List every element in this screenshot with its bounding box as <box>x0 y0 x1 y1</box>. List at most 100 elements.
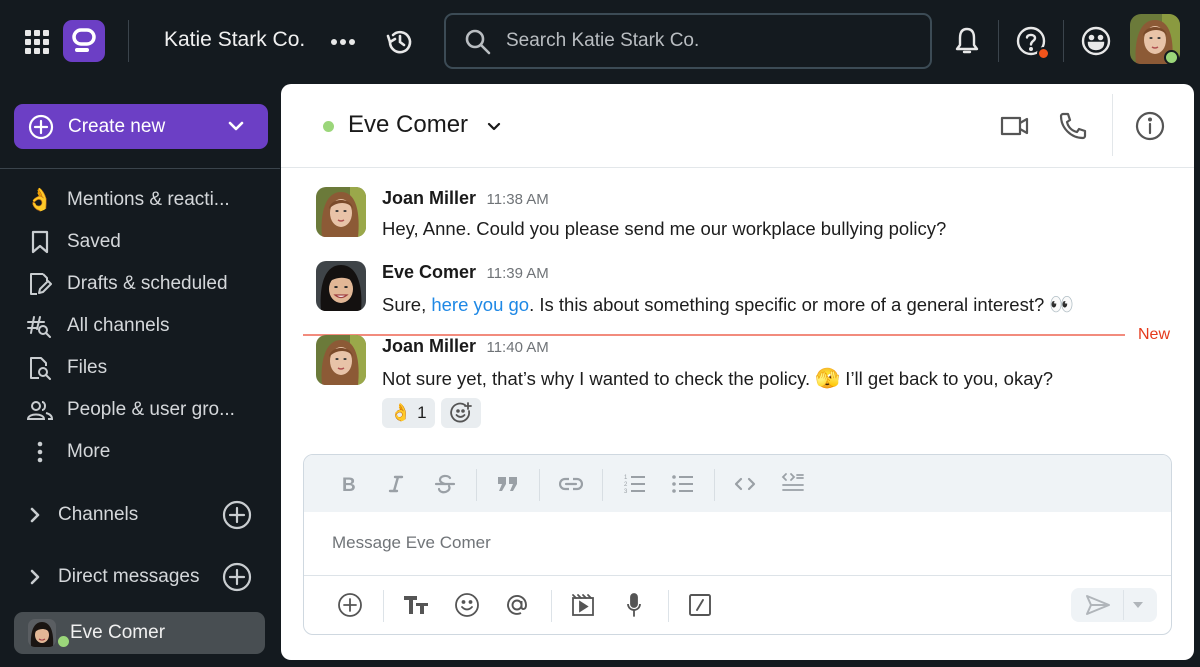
channel-title[interactable]: Eve Comer <box>348 111 468 139</box>
channel-header: Eve Comer <box>281 84 1194 168</box>
sidebar-item-people[interactable]: People & user gro... <box>0 389 280 431</box>
code-icon[interactable] <box>730 469 760 499</box>
sidebar-item-drafts[interactable]: Drafts & scheduled <box>0 263 280 305</box>
divider <box>714 469 715 501</box>
message-input[interactable] <box>332 525 1132 561</box>
sidebar-item-label: Files <box>67 357 108 378</box>
conversation-panel: Eve Comer Joan Miller 11:38 AM Hey, Anne… <box>281 84 1194 660</box>
search-icon <box>464 28 492 56</box>
text-format-icon[interactable] <box>400 589 432 621</box>
attach-plus-icon[interactable] <box>334 589 366 621</box>
sidebar-item-saved[interactable]: Saved <box>0 221 280 263</box>
divider <box>1123 590 1124 620</box>
message-composer: B 123 <box>303 454 1172 635</box>
sidebar-item-mentions[interactable]: 👌 Mentions & reacti... <box>0 179 280 221</box>
link-icon[interactable] <box>556 469 586 499</box>
sidebar-item-label: More <box>67 441 111 462</box>
sidebar-section-direct-messages[interactable]: Direct messages <box>0 556 280 598</box>
chevron-right-icon <box>28 568 42 586</box>
strikethrough-icon[interactable] <box>430 469 460 499</box>
bold-icon[interactable]: B <box>334 469 364 499</box>
message-author[interactable]: Joan Miller <box>382 336 476 356</box>
emoji-icon[interactable] <box>451 589 483 621</box>
message-text: Sure, here you go. Is this about somethi… <box>382 292 1074 317</box>
send-button-group <box>1071 588 1157 622</box>
info-icon[interactable] <box>1134 110 1166 142</box>
create-new-button[interactable]: Create new <box>14 104 268 149</box>
sidebar-item-all-channels[interactable]: All channels <box>0 305 280 347</box>
ordered-list-icon[interactable]: 123 <box>620 469 650 499</box>
people-icon <box>26 396 54 424</box>
add-direct-message-icon[interactable] <box>222 562 252 592</box>
add-channel-icon[interactable] <box>222 500 252 530</box>
emoji-status-icon[interactable] <box>1079 24 1113 58</box>
avatar <box>28 619 56 647</box>
mention-icon[interactable] <box>501 589 533 621</box>
online-status-indicator <box>323 121 334 132</box>
notification-badge <box>1037 47 1050 60</box>
eyes-emoji-icon: 👀 <box>1049 294 1075 316</box>
section-label: Direct messages <box>58 566 200 587</box>
code-block-icon[interactable] <box>778 469 808 499</box>
reaction-pill[interactable]: 👌 1 <box>382 398 435 428</box>
message-text-segment: I’ll get back to you, okay? <box>840 368 1054 389</box>
message-author[interactable]: Eve Comer <box>382 262 476 282</box>
italic-icon[interactable] <box>381 469 411 499</box>
dm-label: Eve Comer <box>70 622 166 643</box>
chevron-down-icon[interactable] <box>226 116 246 136</box>
divider <box>1112 94 1113 156</box>
peeking-face-emoji-icon: 🫣 <box>815 368 841 390</box>
video-clip-icon[interactable] <box>567 589 599 621</box>
svg-text:3: 3 <box>624 489 628 495</box>
message-timestamp: 11:39 AM <box>486 265 549 282</box>
avatar[interactable] <box>316 261 366 311</box>
divider <box>602 469 603 501</box>
svg-text:2: 2 <box>624 482 628 488</box>
send-options-caret-icon[interactable] <box>1131 600 1145 610</box>
message-timestamp: 11:40 AM <box>486 339 549 356</box>
online-status-indicator <box>56 634 71 649</box>
quote-icon[interactable] <box>493 469 523 499</box>
top-bar: Katie Stark Co. <box>0 0 1200 84</box>
bell-icon[interactable] <box>950 24 984 58</box>
bullet-list-icon[interactable] <box>668 469 698 499</box>
search-bar[interactable] <box>444 13 932 69</box>
sidebar-item-more[interactable]: More <box>0 431 280 473</box>
draft-edit-icon <box>26 270 54 298</box>
message-link[interactable]: here you go <box>431 294 529 315</box>
workspace-name[interactable]: Katie Stark Co. <box>164 28 305 52</box>
section-label: Channels <box>58 504 139 525</box>
history-icon[interactable] <box>385 27 415 57</box>
microphone-icon[interactable] <box>618 589 650 621</box>
add-reaction-button[interactable] <box>440 398 481 428</box>
sidebar-item-files[interactable]: Files <box>0 347 280 389</box>
sidebar-item-label: All channels <box>67 315 170 336</box>
more-horizontal-icon[interactable] <box>330 30 356 54</box>
phone-call-icon[interactable] <box>1057 110 1089 142</box>
video-call-icon[interactable] <box>999 110 1031 142</box>
ok-hand-emoji-icon: 👌 <box>390 403 412 422</box>
divider <box>551 590 552 622</box>
message-author[interactable]: Joan Miller <box>382 188 476 208</box>
app-logo[interactable] <box>63 20 105 62</box>
avatar[interactable] <box>316 187 366 237</box>
sidebar-section-channels[interactable]: Channels <box>0 494 280 536</box>
shortcuts-icon[interactable] <box>684 589 716 621</box>
message-text: Hey, Anne. Could you please send me our … <box>382 218 947 239</box>
sidebar-dm-eve-comer[interactable]: Eve Comer <box>14 612 265 654</box>
search-input[interactable] <box>506 15 906 67</box>
chevron-right-icon <box>28 506 42 524</box>
apps-grid-icon[interactable] <box>24 29 50 55</box>
divider <box>539 469 540 501</box>
channel-search-icon <box>26 312 54 340</box>
sidebar-nav: 👌 Mentions & reacti... Saved Drafts & sc… <box>0 179 280 473</box>
online-status-indicator <box>1164 50 1179 65</box>
chevron-down-icon[interactable] <box>485 118 503 136</box>
reaction-bar: 👌 1 <box>382 398 481 428</box>
sidebar-item-label: Drafts & scheduled <box>67 273 228 294</box>
plus-circle-icon <box>28 114 54 140</box>
send-icon[interactable] <box>1085 594 1111 616</box>
avatar[interactable] <box>316 335 366 385</box>
create-new-label: Create new <box>68 115 166 137</box>
svg-text:1: 1 <box>624 475 628 481</box>
